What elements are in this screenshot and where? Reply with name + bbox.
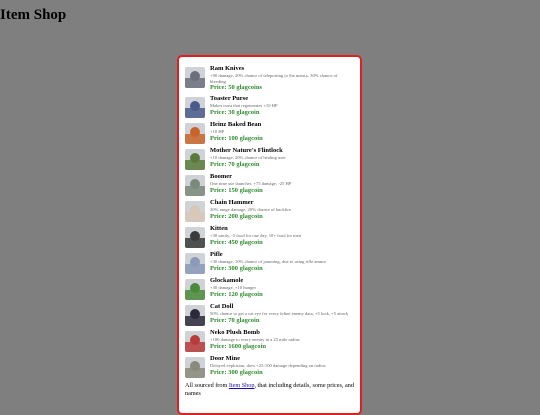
item-name: Mother Nature's Flintlock (210, 147, 283, 154)
item-price: Price: 30 glagcoin (210, 108, 260, 116)
item-price: Price: 300 glagcoin (210, 264, 263, 272)
item-name: Pifle (210, 251, 223, 258)
list-item: Pifle +30 damage, 10% chance of jamming, … (185, 251, 354, 274)
item-name: Toaster Purse (210, 95, 249, 102)
item-price: Price: 70 glagcoin (210, 160, 260, 168)
item-price: Price: 200 glagcoin (210, 212, 263, 220)
item-thumbnail (185, 149, 205, 170)
list-item: Glockamole +30 damage, +10 hunger Price: 1… (185, 277, 354, 300)
item-info: Boomer One time use launcher, +75 damage,… (210, 173, 354, 195)
item-thumbnail (185, 67, 205, 88)
item-info: Heinz Baked Bean +10 HP Price: 100 glagcoi… (210, 121, 354, 143)
item-list: Ram Knives +90 damage, 20% chance of tele… (185, 65, 354, 378)
item-info: Ram Knives +90 damage, 20% chance of tele… (210, 65, 354, 92)
list-item: Boomer One time use launcher, +75 damage,… (185, 173, 354, 196)
item-info: Cat Doll 50% chance to get a cat eye for … (210, 303, 354, 325)
item-price: Price: 70 glagcoin (210, 316, 260, 324)
item-price: Price: 300 glagcoin (210, 368, 263, 376)
item-thumbnail (185, 175, 205, 196)
source-note-prefix: All sourced from (185, 382, 229, 389)
shop-panel: Ram Knives +90 damage, 20% chance of tele… (177, 55, 362, 415)
source-note: All sourced from Item Shop, that includi… (185, 382, 354, 398)
item-description: 50% chance to get a cat eye for every fe… (210, 311, 349, 316)
item-info: Door Mine Delayed explosion, does +25-100… (210, 355, 354, 377)
item-price: Price: 150 glagcoin (210, 186, 263, 194)
item-thumbnail (185, 253, 205, 274)
list-item: Neko Plush Bomb +100 damage to every enem… (185, 329, 354, 352)
item-info: Mother Nature's Flintlock +10 damage, 20%… (210, 147, 354, 169)
list-item: Toaster Purse Makes toast that regenerate… (185, 95, 354, 118)
item-name: Boomer (210, 173, 233, 180)
item-info: Toaster Purse Makes toast that regenerate… (210, 95, 354, 117)
item-thumbnail (185, 227, 205, 248)
item-name: Door Mine (210, 355, 241, 362)
list-item: Cat Doll 50% chance to get a cat eye for … (185, 303, 354, 326)
item-name: Cat Doll (210, 303, 234, 310)
item-thumbnail (185, 97, 205, 118)
item-info: Glockamole +30 damage, +10 hunger Price: 1… (210, 277, 354, 299)
item-name: Ram Knives (210, 65, 245, 72)
item-name: Neko Plush Bomb (210, 329, 260, 336)
list-item: Chain Hammer 20% range damage, 20% chance… (185, 199, 354, 222)
item-thumbnail (185, 279, 205, 300)
page-title: Item Shop (0, 7, 67, 23)
item-info: Pifle +30 damage, 10% chance of jamming, … (210, 251, 354, 273)
item-info: Kitten +30 sanity, -5 food for one day, 1… (210, 225, 354, 247)
item-price: Price: 1600 glagcoin (210, 342, 266, 350)
item-thumbnail (185, 201, 205, 222)
list-item: Ram Knives +90 damage, 20% chance of tele… (185, 65, 354, 92)
item-info: Neko Plush Bomb +100 damage to every enem… (210, 329, 354, 351)
item-name: Heinz Baked Bean (210, 121, 262, 128)
list-item: Heinz Baked Bean +10 HP Price: 100 glagcoi… (185, 121, 354, 144)
item-info: Chain Hammer 20% range damage, 20% chance… (210, 199, 354, 221)
list-item: Door Mine Delayed explosion, does +25-100… (185, 355, 354, 378)
item-price: Price: 450 glagcoin (210, 238, 263, 246)
list-item: Mother Nature's Flintlock +10 damage, 20%… (185, 147, 354, 170)
item-shop-link[interactable]: Item Shop (229, 382, 255, 389)
item-thumbnail (185, 331, 205, 352)
item-name: Chain Hammer (210, 199, 254, 206)
item-price: Price: 50 glagcoins (210, 84, 262, 91)
item-thumbnail (185, 357, 205, 378)
item-description: +90 damage, 20% chance of teleporting to… (210, 73, 338, 84)
item-name: Glockamole (210, 277, 244, 284)
list-item: Kitten +30 sanity, -5 food for one day, 1… (185, 225, 354, 248)
item-price: Price: 120 glagcoin (210, 290, 263, 298)
item-name: Kitten (210, 225, 228, 232)
item-thumbnail (185, 123, 205, 144)
item-price: Price: 100 glagcoin (210, 134, 263, 142)
item-thumbnail (185, 305, 205, 326)
